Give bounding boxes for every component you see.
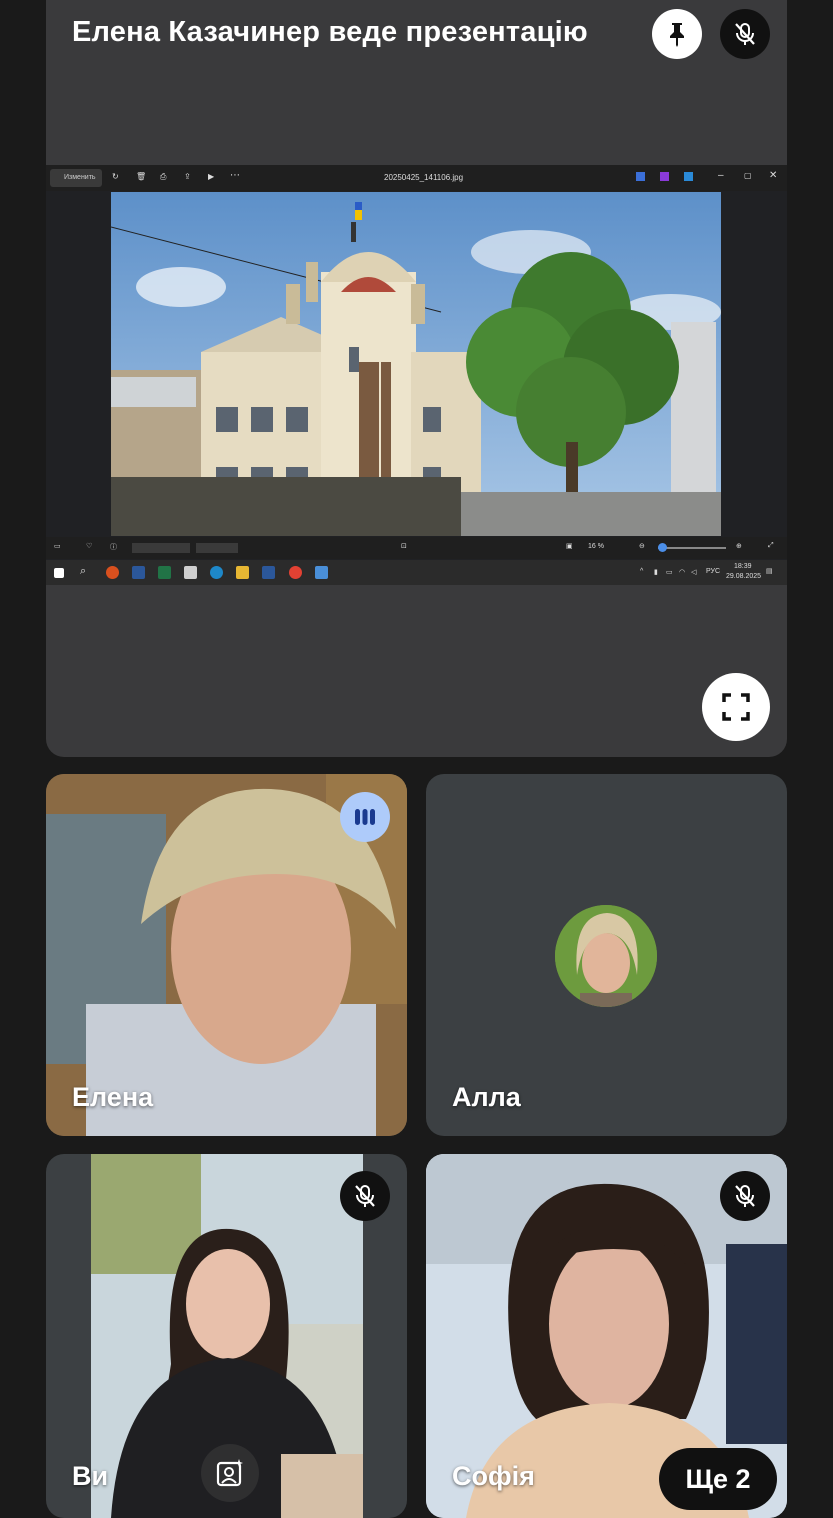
edit-button[interactable]: Изменить bbox=[50, 169, 102, 187]
share-icon[interactable]: ⇪ bbox=[184, 172, 191, 181]
participant-name: Елена bbox=[72, 1082, 154, 1112]
background-effects-button[interactable] bbox=[201, 1444, 259, 1502]
rotate-icon[interactable]: ↻ bbox=[112, 172, 119, 181]
word-icon[interactable] bbox=[262, 566, 275, 579]
filmstrip-icon[interactable]: ▭ bbox=[54, 542, 61, 550]
mic-off-indicator bbox=[340, 1171, 390, 1221]
mic-off-icon bbox=[355, 1185, 375, 1207]
clock-time[interactable]: 18:39 bbox=[734, 563, 752, 570]
info-icon[interactable]: ⓘ bbox=[110, 542, 117, 552]
volume-icon[interactable]: ◁ bbox=[691, 568, 696, 576]
more-icon[interactable]: ⋯ bbox=[230, 170, 240, 181]
slideshow-icon[interactable]: ▶ bbox=[208, 172, 214, 181]
input-language[interactable]: РУС bbox=[706, 568, 720, 575]
participant-tile-alla[interactable]: Алла bbox=[426, 774, 787, 1136]
word-icon[interactable] bbox=[132, 566, 145, 579]
fullscreen-button[interactable] bbox=[702, 673, 770, 741]
chrome-icon[interactable] bbox=[289, 566, 302, 579]
presentation-title: Елена Казачинер веде презентацію bbox=[72, 16, 588, 48]
app-icon[interactable] bbox=[636, 172, 645, 181]
fullscreen-icon bbox=[722, 693, 750, 721]
network-icon[interactable]: ▭ bbox=[666, 568, 673, 576]
blank-field bbox=[132, 543, 190, 553]
calculator-icon[interactable] bbox=[184, 566, 197, 579]
pin-icon bbox=[670, 23, 684, 47]
close-icon[interactable]: ✕ bbox=[769, 170, 777, 181]
presentation-tile[interactable]: Елена Казачинер веде презентацію Изменит… bbox=[46, 0, 787, 757]
wifi-icon[interactable]: ◠ bbox=[679, 568, 685, 576]
avatar bbox=[555, 905, 657, 1007]
zoom-level[interactable]: 16 % bbox=[588, 543, 604, 550]
mic-icon[interactable]: ▮ bbox=[654, 568, 658, 576]
zoom-in-icon[interactable]: ⊕ bbox=[736, 542, 742, 550]
zoom-fit-icon[interactable]: ▣ bbox=[566, 542, 573, 550]
presenter-mic-off-button[interactable] bbox=[720, 9, 770, 59]
file-name: 20250425_141106.jpg bbox=[384, 173, 464, 182]
audio-bars-icon bbox=[355, 809, 375, 825]
participant-name: Софія bbox=[452, 1461, 535, 1491]
app-icon[interactable] bbox=[106, 566, 119, 579]
blank-field bbox=[196, 543, 238, 553]
edge-icon[interactable] bbox=[210, 566, 223, 579]
zoom-slider-thumb[interactable] bbox=[658, 543, 667, 552]
participant-tile-elena[interactable]: Елена bbox=[46, 774, 407, 1136]
minimize-icon[interactable]: – bbox=[718, 170, 724, 181]
clock-date[interactable]: 29.08.2025 bbox=[726, 573, 761, 580]
participant-name: Ви bbox=[72, 1461, 109, 1491]
participant-tile-you[interactable]: Ви bbox=[46, 1154, 407, 1518]
building-photo bbox=[111, 192, 721, 536]
mic-off-icon bbox=[735, 23, 755, 45]
zoom-slider[interactable] bbox=[658, 547, 726, 549]
photos-icon[interactable] bbox=[315, 566, 328, 579]
photo-viewer-statusbar: ▭ ♡ ⓘ ⊡ ▣ 16 % ⊖ ⊕ ⤢ bbox=[46, 537, 787, 559]
restore-icon[interactable]: ▢ bbox=[744, 171, 752, 180]
more-participants-button[interactable]: Ще 2 bbox=[659, 1448, 777, 1510]
shared-screen: Изменить ↻ 🗑 ⎙ ⇪ ▶ ⋯ 20250425_141106.jpg… bbox=[46, 165, 787, 585]
expand-icon[interactable]: ⤢ bbox=[768, 542, 774, 550]
mic-off-indicator bbox=[720, 1171, 770, 1221]
participant-name: Алла bbox=[452, 1082, 521, 1112]
delete-icon[interactable]: 🗑 bbox=[136, 172, 146, 181]
print-icon[interactable]: ⎙ bbox=[160, 172, 166, 182]
favorite-icon[interactable]: ♡ bbox=[86, 542, 92, 550]
tray-chevron-icon[interactable]: ^ bbox=[640, 568, 643, 575]
cloud-icon[interactable] bbox=[684, 172, 693, 181]
mic-off-icon bbox=[735, 1185, 755, 1207]
app-icon[interactable] bbox=[660, 172, 669, 181]
notifications-icon[interactable]: ▤ bbox=[766, 567, 773, 575]
effects-icon bbox=[216, 1459, 243, 1487]
zoom-out-icon[interactable]: ⊖ bbox=[639, 542, 645, 550]
pin-button[interactable] bbox=[652, 9, 702, 59]
start-icon[interactable] bbox=[54, 568, 64, 578]
search-icon[interactable]: ⌕ bbox=[80, 565, 86, 578]
folder-icon[interactable] bbox=[236, 566, 249, 579]
fit-icon[interactable]: ⊡ bbox=[401, 542, 407, 550]
speaking-indicator bbox=[340, 792, 390, 842]
windows-taskbar: ⌕ ^ ▮ ▭ ◠ ◁ РУС 18:39 29.08.2025 ▤ bbox=[46, 560, 787, 585]
participant-tile-sofia[interactable]: Софія Ще 2 bbox=[426, 1154, 787, 1518]
excel-icon[interactable] bbox=[158, 566, 171, 579]
photo-viewer-toolbar: Изменить ↻ 🗑 ⎙ ⇪ ▶ ⋯ 20250425_141106.jpg… bbox=[46, 165, 787, 191]
